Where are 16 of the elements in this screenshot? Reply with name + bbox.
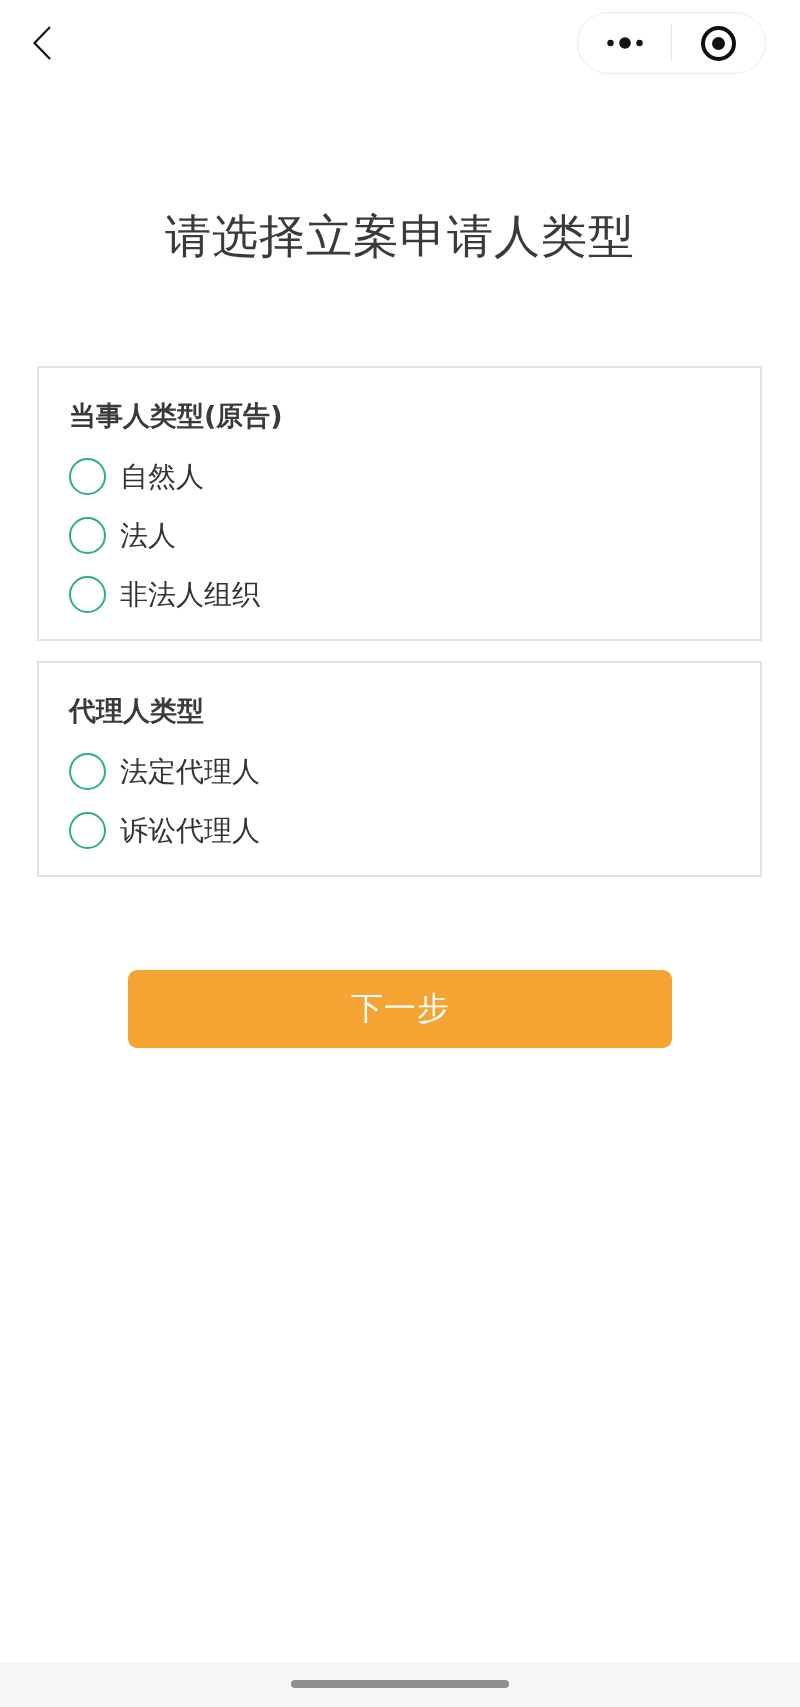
more-icon[interactable] [606, 37, 643, 49]
card-heading: 当事人类型(原告) [69, 399, 284, 433]
option-label[interactable]: 自然人 [120, 458, 204, 495]
target-icon[interactable] [701, 25, 736, 61]
card-heading: 代理人类型 [69, 694, 205, 728]
radio-button[interactable] [69, 517, 106, 554]
option-label[interactable]: 非法人组织 [120, 576, 260, 613]
chevron-left-icon[interactable] [33, 26, 51, 60]
option-label[interactable]: 法定代理人 [120, 753, 260, 790]
radio-button[interactable] [69, 458, 106, 495]
radio-button[interactable] [69, 812, 106, 849]
radio-button[interactable] [69, 576, 106, 613]
radio-button[interactable] [69, 753, 106, 790]
page-title: 请选择立案申请人类型 [165, 208, 635, 265]
option-label[interactable]: 法人 [120, 517, 176, 554]
option-label[interactable]: 诉讼代理人 [120, 812, 260, 849]
